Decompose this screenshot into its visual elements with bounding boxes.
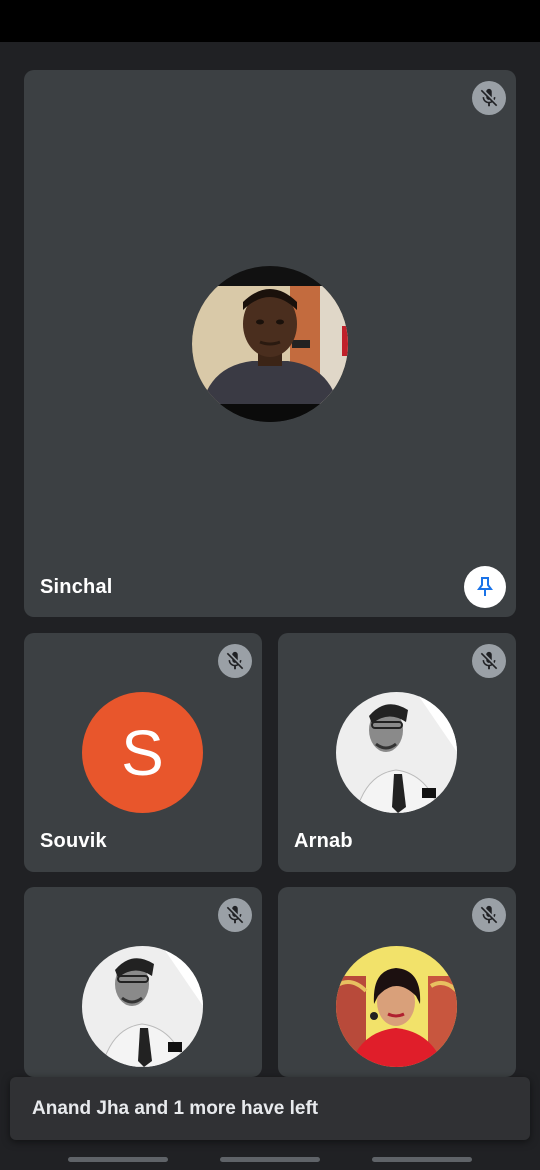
mic-off-icon bbox=[218, 644, 252, 678]
participant-name-souvik: Souvik bbox=[40, 830, 107, 852]
nav-handle-left bbox=[68, 1157, 168, 1162]
mic-off-icon bbox=[472, 644, 506, 678]
participant-tile-souvik[interactable]: S Souvik bbox=[24, 633, 262, 872]
participant-tile-arnab[interactable]: Arnab bbox=[278, 633, 516, 872]
participant-avatar-arnab bbox=[336, 692, 457, 813]
participant-avatar-5 bbox=[336, 946, 457, 1067]
participant-tile-5[interactable] bbox=[278, 887, 516, 1077]
participant-avatar-souvik: S bbox=[82, 692, 203, 813]
participant-avatar-main bbox=[192, 266, 348, 422]
nav-handle-right bbox=[372, 1157, 472, 1162]
participant-name-arnab: Arnab bbox=[294, 830, 353, 852]
snackbar-message: Anand Jha and 1 more have left bbox=[32, 1097, 319, 1119]
participant-avatar-4 bbox=[82, 946, 203, 1067]
status-bar bbox=[0, 0, 540, 42]
mic-off-icon bbox=[472, 898, 506, 932]
participant-tile-4[interactable] bbox=[24, 887, 262, 1077]
participants-left-snackbar: Anand Jha and 1 more have left bbox=[10, 1077, 530, 1140]
mic-off-icon bbox=[218, 898, 252, 932]
pin-icon bbox=[477, 577, 493, 596]
pin-button[interactable] bbox=[464, 566, 506, 608]
participant-tile-main[interactable]: Sinchal bbox=[24, 70, 516, 617]
mic-off-icon bbox=[472, 81, 506, 115]
participant-name-main: Sinchal bbox=[40, 576, 113, 598]
nav-handle-center bbox=[220, 1157, 320, 1162]
